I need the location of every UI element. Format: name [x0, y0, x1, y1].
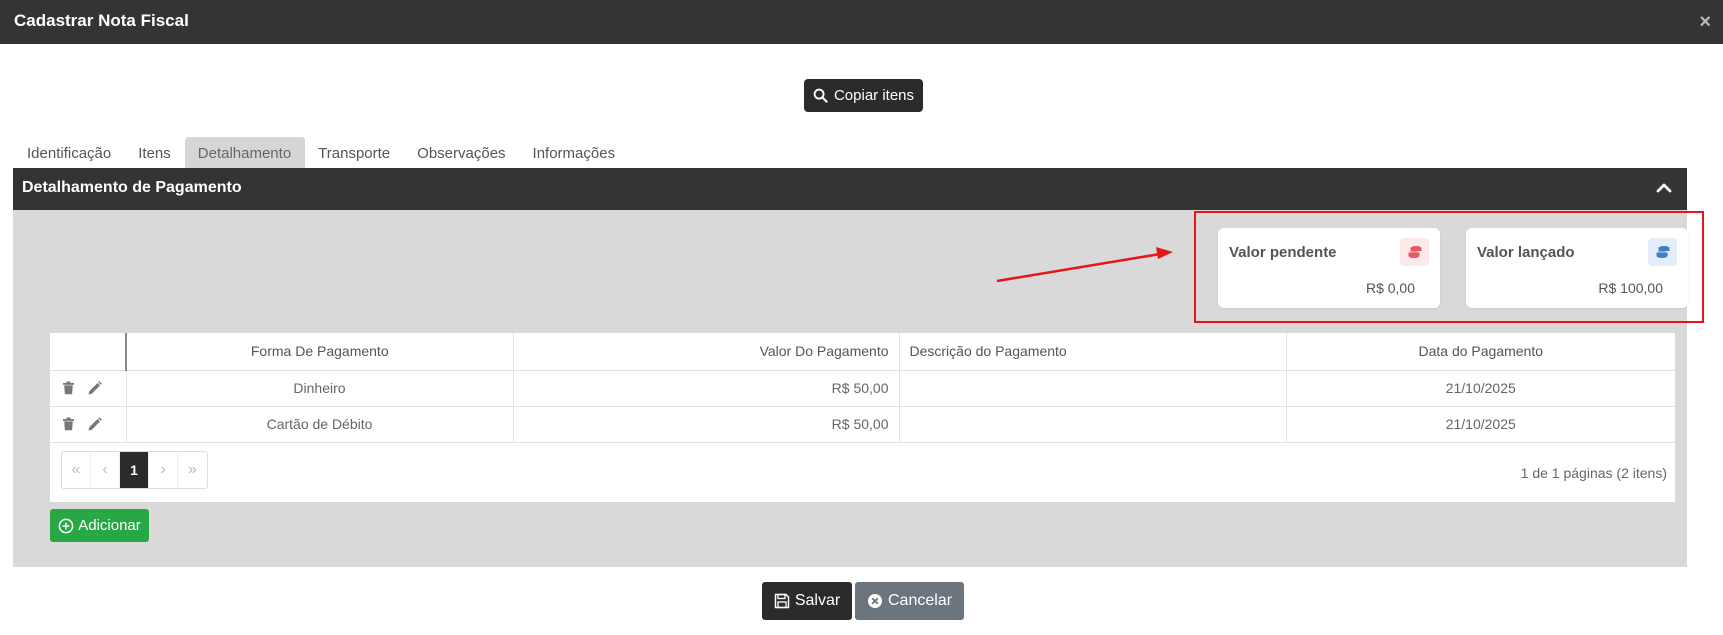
copy-items-button[interactable]: Copiar itens [804, 79, 923, 112]
pencil-icon[interactable] [87, 416, 102, 432]
cell-descricao [899, 370, 1287, 407]
column-header-descricao[interactable]: Descrição do Pagamento [899, 333, 1287, 371]
add-payment-button[interactable]: Adicionar [50, 509, 149, 542]
pagination: « ‹ 1 › » [61, 451, 208, 489]
tab-identificacao[interactable]: Identificação [14, 137, 125, 169]
actions-column-header [50, 333, 127, 371]
save-button[interactable]: Salvar [762, 582, 852, 620]
tab-observacoes[interactable]: Observações [404, 137, 519, 169]
tab-bar: Identificação Itens Detalhamento Transpo… [14, 137, 629, 169]
column-header-forma[interactable]: Forma De Pagamento [126, 333, 514, 371]
section-header[interactable]: Detalhamento de Pagamento [13, 168, 1687, 210]
pager-next-button[interactable]: › [149, 452, 178, 488]
cell-data: 21/10/2025 [1286, 406, 1675, 443]
cell-valor: R$ 50,00 [513, 370, 900, 407]
pager-last-button[interactable]: » [178, 452, 207, 488]
pager-prev-button[interactable]: ‹ [91, 452, 120, 488]
pager-info: 1 de 1 páginas (2 itens) [1520, 465, 1667, 481]
table-row: Dinheiro R$ 50,00 21/10/2025 [50, 370, 1675, 407]
search-icon [813, 88, 828, 103]
cancel-label: Cancelar [887, 592, 953, 609]
chevron-up-icon[interactable] [1655, 179, 1673, 197]
annotation-highlight-box [1194, 211, 1704, 323]
cell-forma: Dinheiro [126, 370, 514, 407]
row-actions [50, 370, 127, 407]
payments-grid: Forma De Pagamento Valor Do Pagamento De… [50, 333, 1675, 502]
payments-table: Forma De Pagamento Valor Do Pagamento De… [50, 333, 1675, 443]
cell-forma: Cartão de Débito [126, 406, 514, 443]
tab-itens[interactable]: Itens [125, 137, 185, 169]
dialog-titlebar: Cadastrar Nota Fiscal × [0, 0, 1723, 44]
trash-icon[interactable] [62, 417, 75, 431]
pencil-icon[interactable] [87, 380, 102, 396]
copy-items-label: Copiar itens [833, 87, 915, 104]
row-actions [50, 406, 127, 443]
save-label: Salvar [794, 592, 841, 609]
tab-transporte[interactable]: Transporte [305, 137, 404, 169]
close-circle-icon [867, 594, 882, 608]
cancel-button[interactable]: Cancelar [855, 582, 964, 620]
pager-first-button[interactable]: « [62, 452, 91, 488]
tab-informacoes[interactable]: Informações [520, 137, 630, 169]
floppy-disk-icon [774, 593, 790, 609]
cell-descricao [899, 406, 1287, 443]
section-title: Detalhamento de Pagamento [22, 179, 242, 196]
plus-circle-icon [58, 518, 74, 533]
table-row: Cartão de Débito R$ 50,00 21/10/2025 [50, 406, 1675, 443]
cell-data: 21/10/2025 [1286, 370, 1675, 407]
dialog-title: Cadastrar Nota Fiscal [14, 11, 189, 30]
tab-detalhamento[interactable]: Detalhamento [184, 137, 306, 169]
add-payment-label: Adicionar [78, 517, 141, 534]
pager-page-1[interactable]: 1 [120, 452, 149, 488]
column-header-data[interactable]: Data do Pagamento [1286, 333, 1675, 371]
close-icon[interactable]: × [1699, 11, 1711, 33]
column-header-valor[interactable]: Valor Do Pagamento [513, 333, 900, 371]
cell-valor: R$ 50,00 [513, 406, 900, 443]
table-header-row: Forma De Pagamento Valor Do Pagamento De… [50, 333, 1675, 371]
trash-icon[interactable] [62, 381, 75, 395]
